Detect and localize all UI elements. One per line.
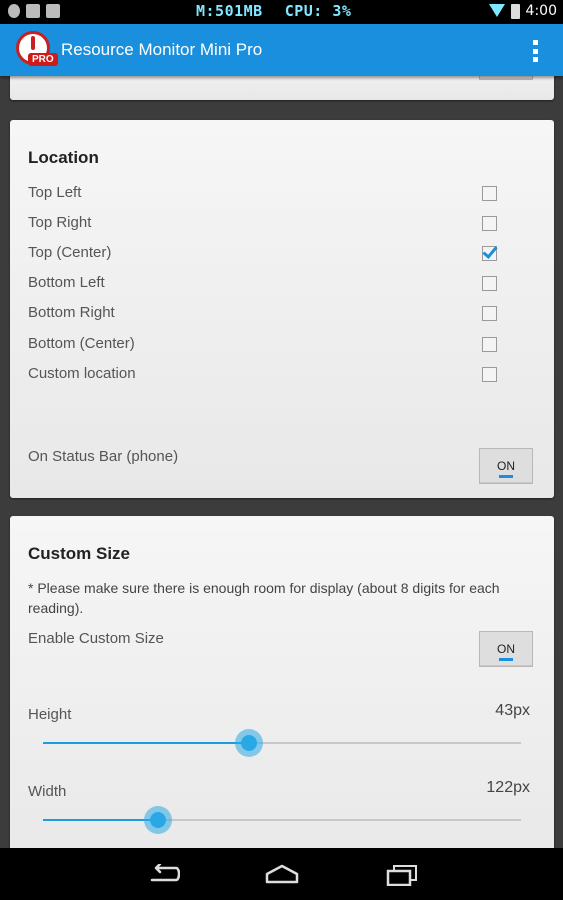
custom-size-note: * Please make sure there is enough room … <box>28 580 500 616</box>
option-bottom-center-checkbox[interactable] <box>482 337 497 352</box>
option-top-right-label[interactable]: Top Right <box>28 214 91 231</box>
system-icons: 4:00 <box>488 3 557 19</box>
recent-apps-icon[interactable] <box>386 864 418 886</box>
clock: 4:00 <box>525 3 557 19</box>
option-custom-location-checkbox[interactable] <box>482 367 497 382</box>
gauge-needle <box>31 36 35 50</box>
notification-icon <box>8 4 20 18</box>
navigation-bar <box>0 848 563 900</box>
resource-readout: M:501MB CPU: 3% <box>196 2 351 20</box>
custom-size-card: Custom Size * Please make sure there is … <box>10 516 554 848</box>
width-slider[interactable] <box>43 806 521 834</box>
status-bar-label: On Status Bar (phone) <box>28 448 179 465</box>
option-top-left-label[interactable]: Top Left <box>28 184 81 201</box>
memory-readout: M:501MB <box>196 2 263 20</box>
home-icon[interactable] <box>264 864 300 884</box>
option-top-center-label[interactable]: Top (Center) <box>28 244 111 261</box>
image-icon <box>46 4 60 18</box>
previous-toggle[interactable] <box>479 76 533 80</box>
option-bottom-right-checkbox[interactable] <box>482 306 497 321</box>
wifi-icon <box>488 4 505 18</box>
height-slider[interactable] <box>43 729 521 757</box>
width-value: 122px <box>486 779 530 796</box>
pro-badge: PRO <box>28 53 58 66</box>
custom-size-title: Custom Size <box>28 544 131 563</box>
notification-icons <box>8 4 60 18</box>
enable-custom-size-toggle-label: ON <box>497 642 515 656</box>
toggle-indicator <box>499 658 513 661</box>
enable-custom-size-label: Enable Custom Size <box>28 630 164 647</box>
height-slider-thumb[interactable] <box>234 729 263 757</box>
enable-custom-size-toggle[interactable]: ON <box>479 631 533 667</box>
height-label: Height <box>28 706 72 723</box>
height-value: 43px <box>495 702 530 719</box>
app-logo-icon[interactable]: PRO <box>14 29 58 69</box>
toggle-indicator <box>499 475 513 478</box>
option-custom-location-label[interactable]: Custom location <box>28 365 136 382</box>
overflow-menu-icon[interactable] <box>533 40 539 62</box>
height-slider-fill <box>43 742 249 744</box>
width-slider-thumb[interactable] <box>143 806 172 834</box>
location-card: Location Top Left Top Right Top (Center)… <box>10 120 554 498</box>
option-bottom-center-label[interactable]: Bottom (Center) <box>28 335 135 352</box>
width-label: Width <box>28 783 67 800</box>
previous-settings-card <box>10 76 554 100</box>
back-icon[interactable] <box>146 864 180 884</box>
option-top-left-checkbox[interactable] <box>482 186 497 201</box>
app-bar: PRO Resource Monitor Mini Pro <box>0 24 563 76</box>
location-title: Location <box>28 148 99 167</box>
option-bottom-right-label[interactable]: Bottom Right <box>28 304 115 321</box>
status-bar-toggle[interactable]: ON <box>479 448 533 484</box>
option-bottom-left-checkbox[interactable] <box>482 276 497 291</box>
app-title: Resource Monitor Mini Pro <box>61 40 263 59</box>
width-slider-fill <box>43 819 158 821</box>
option-top-center-checkbox[interactable] <box>482 246 497 261</box>
settings-scroll-area[interactable]: Location Top Left Top Right Top (Center)… <box>0 76 563 848</box>
cat-icon <box>26 4 40 18</box>
option-bottom-left-label[interactable]: Bottom Left <box>28 274 105 291</box>
option-top-right-checkbox[interactable] <box>482 216 497 231</box>
status-bar-toggle-label: ON <box>497 459 515 473</box>
system-status-bar: M:501MB CPU: 3% 4:00 <box>0 0 563 24</box>
cpu-readout: CPU: 3% <box>284 2 352 20</box>
battery-icon <box>510 3 520 19</box>
